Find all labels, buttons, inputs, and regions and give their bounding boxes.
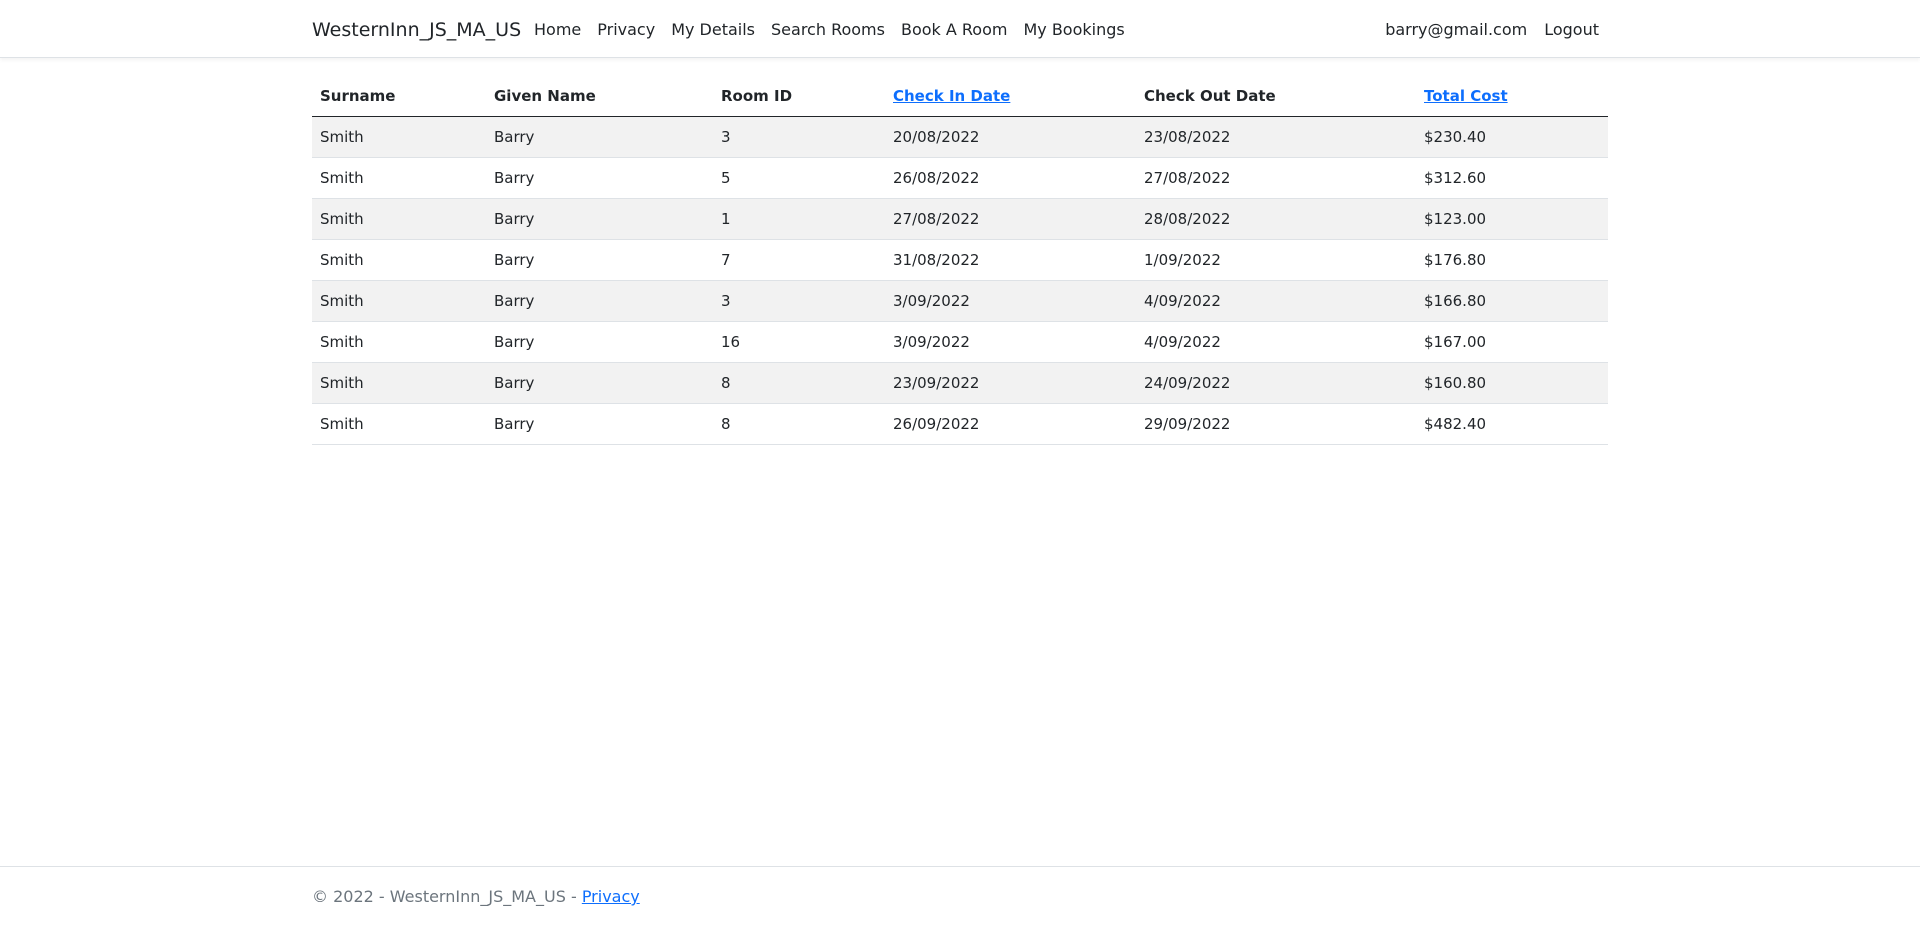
- cell-room-id: 3: [713, 280, 885, 322]
- table-row: Smith Barry 8 26/09/2022 29/09/2022 $482…: [312, 403, 1608, 445]
- cell-check-in: 20/08/2022: [885, 116, 1136, 158]
- cell-check-out: 28/08/2022: [1136, 198, 1416, 240]
- table-row: Smith Barry 3 20/08/2022 23/08/2022 $230…: [312, 116, 1608, 158]
- cell-given-name: Barry: [486, 280, 713, 322]
- footer: © 2022 - WesternInn_JS_MA_US - Privacy: [0, 866, 1920, 927]
- cell-surname: Smith: [312, 198, 486, 240]
- cell-total-cost: $167.00: [1416, 321, 1608, 363]
- cell-given-name: Barry: [486, 362, 713, 404]
- nav-link-privacy[interactable]: Privacy: [597, 19, 655, 41]
- footer-text: © 2022 - WesternInn_JS_MA_US - Privacy: [312, 887, 640, 906]
- main-nav: Home Privacy My Details Search Rooms Boo…: [534, 19, 1141, 41]
- sort-check-in-date-link[interactable]: Check In Date: [893, 87, 1010, 105]
- cell-total-cost: $230.40: [1416, 116, 1608, 158]
- user-nav: barry@gmail.com Logout: [1368, 19, 1599, 41]
- cell-check-out: 27/08/2022: [1136, 157, 1416, 199]
- cell-room-id: 1: [713, 198, 885, 240]
- cell-surname: Smith: [312, 403, 486, 445]
- user-email-link[interactable]: barry@gmail.com: [1385, 19, 1527, 41]
- cell-room-id: 3: [713, 116, 885, 158]
- cell-room-id: 16: [713, 321, 885, 363]
- table-row: Smith Barry 16 3/09/2022 4/09/2022 $167.…: [312, 321, 1608, 363]
- cell-check-in: 26/09/2022: [885, 403, 1136, 445]
- cell-check-in: 3/09/2022: [885, 321, 1136, 363]
- brand-link[interactable]: WesternInn_JS_MA_US: [312, 18, 521, 42]
- header-given-name: Given Name: [486, 76, 713, 117]
- header-check-in-date: Check In Date: [885, 76, 1136, 117]
- table-row: Smith Barry 5 26/08/2022 27/08/2022 $312…: [312, 157, 1608, 199]
- cell-surname: Smith: [312, 321, 486, 363]
- cell-check-in: 27/08/2022: [885, 198, 1136, 240]
- cell-room-id: 5: [713, 157, 885, 199]
- cell-check-in: 3/09/2022: [885, 280, 1136, 322]
- cell-given-name: Barry: [486, 198, 713, 240]
- cell-room-id: 7: [713, 239, 885, 281]
- nav-link-my-details[interactable]: My Details: [671, 19, 755, 41]
- header-room-id: Room ID: [713, 76, 885, 117]
- cell-check-out: 1/09/2022: [1136, 239, 1416, 281]
- footer-privacy-link[interactable]: Privacy: [582, 887, 640, 906]
- cell-check-out: 29/09/2022: [1136, 403, 1416, 445]
- nav-link-search-rooms[interactable]: Search Rooms: [771, 19, 885, 41]
- cell-check-in: 23/09/2022: [885, 362, 1136, 404]
- cell-surname: Smith: [312, 239, 486, 281]
- cell-check-in: 26/08/2022: [885, 157, 1136, 199]
- cell-total-cost: $123.00: [1416, 198, 1608, 240]
- cell-surname: Smith: [312, 116, 486, 158]
- cell-given-name: Barry: [486, 321, 713, 363]
- header-surname: Surname: [312, 76, 486, 117]
- cell-given-name: Barry: [486, 403, 713, 445]
- cell-total-cost: $482.40: [1416, 403, 1608, 445]
- cell-check-out: 4/09/2022: [1136, 280, 1416, 322]
- cell-total-cost: $160.80: [1416, 362, 1608, 404]
- logout-link[interactable]: Logout: [1544, 19, 1599, 41]
- table-header-row: Surname Given Name Room ID Check In Date…: [312, 76, 1608, 117]
- table-row: Smith Barry 3 3/09/2022 4/09/2022 $166.8…: [312, 280, 1608, 322]
- sort-total-cost-link[interactable]: Total Cost: [1424, 87, 1508, 105]
- table-row: Smith Barry 8 23/09/2022 24/09/2022 $160…: [312, 362, 1608, 404]
- cell-check-in: 31/08/2022: [885, 239, 1136, 281]
- header-check-out-date: Check Out Date: [1136, 76, 1416, 117]
- nav-link-book-a-room[interactable]: Book A Room: [901, 19, 1008, 41]
- footer-copyright: © 2022 - WesternInn_JS_MA_US -: [312, 887, 582, 906]
- cell-given-name: Barry: [486, 157, 713, 199]
- cell-room-id: 8: [713, 362, 885, 404]
- cell-surname: Smith: [312, 362, 486, 404]
- cell-check-out: 24/09/2022: [1136, 362, 1416, 404]
- navbar: WesternInn_JS_MA_US Home Privacy My Deta…: [0, 0, 1920, 58]
- cell-total-cost: $312.60: [1416, 157, 1608, 199]
- bookings-table: Surname Given Name Room ID Check In Date…: [312, 76, 1608, 445]
- main-content: Surname Given Name Room ID Check In Date…: [312, 76, 1608, 445]
- nav-link-my-bookings[interactable]: My Bookings: [1023, 19, 1124, 41]
- cell-total-cost: $176.80: [1416, 239, 1608, 281]
- nav-link-home[interactable]: Home: [534, 19, 581, 41]
- cell-total-cost: $166.80: [1416, 280, 1608, 322]
- cell-surname: Smith: [312, 280, 486, 322]
- table-row: Smith Barry 1 27/08/2022 28/08/2022 $123…: [312, 198, 1608, 240]
- cell-given-name: Barry: [486, 239, 713, 281]
- cell-check-out: 4/09/2022: [1136, 321, 1416, 363]
- cell-given-name: Barry: [486, 116, 713, 158]
- header-total-cost: Total Cost: [1416, 76, 1608, 117]
- cell-room-id: 8: [713, 403, 885, 445]
- table-row: Smith Barry 7 31/08/2022 1/09/2022 $176.…: [312, 239, 1608, 281]
- cell-surname: Smith: [312, 157, 486, 199]
- cell-check-out: 23/08/2022: [1136, 116, 1416, 158]
